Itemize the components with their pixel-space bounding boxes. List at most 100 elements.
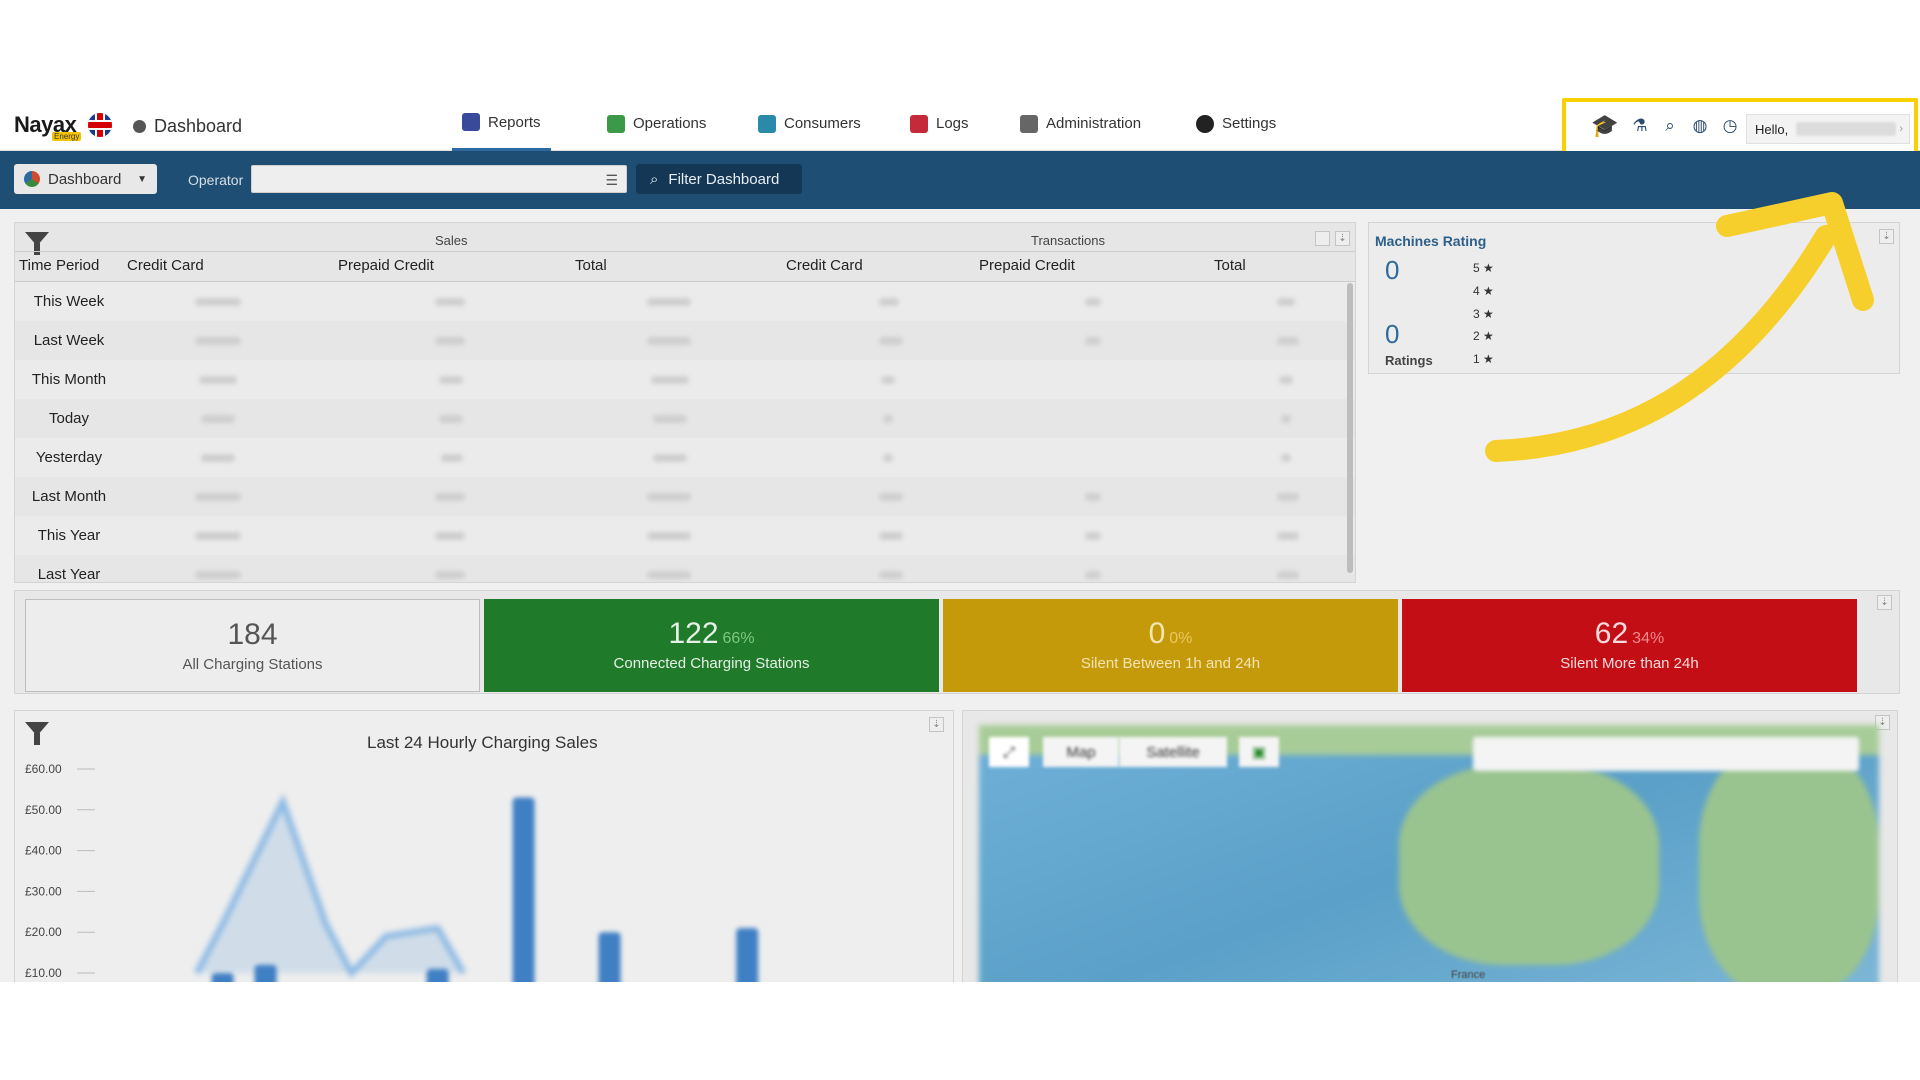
nav-label: Reports: [488, 113, 541, 131]
download-icon[interactable]: ⇣: [1335, 231, 1350, 246]
chart-bar[interactable]: [211, 973, 234, 982]
table-scrollbar[interactable]: [1347, 283, 1353, 573]
map-land-europe: [1399, 765, 1659, 965]
blurred-value: [439, 415, 463, 423]
row-label: Last Month: [31, 488, 107, 505]
card-number: 122 66%: [668, 617, 755, 650]
col-sales-credit-card[interactable]: Credit Card: [127, 257, 204, 274]
breadcrumb: Dashboard: [133, 116, 242, 137]
blurred-value: [1281, 454, 1291, 462]
map-search-box[interactable]: [1473, 737, 1859, 771]
download-icon[interactable]: ⇣: [1877, 595, 1892, 610]
lab-flask-icon[interactable]: ⚗: [1630, 116, 1650, 136]
expand-icon[interactable]: [1315, 231, 1330, 246]
download-icon[interactable]: ⇣: [1879, 229, 1894, 244]
consumers-icon: [758, 114, 776, 133]
chart-area-series: [194, 793, 467, 979]
blurred-value: [647, 298, 691, 306]
map-tab-satellite[interactable]: Satellite: [1119, 737, 1227, 767]
col-tx-prepaid-credit[interactable]: Prepaid Credit: [979, 257, 1075, 274]
blurred-value: [201, 454, 235, 462]
card-connected-stations[interactable]: 122 66% Connected Charging Stations: [484, 599, 939, 692]
col-sales-total[interactable]: Total: [575, 257, 607, 274]
chart-bar[interactable]: [512, 797, 535, 982]
nav-operations[interactable]: Operations: [607, 96, 706, 151]
filter-funnel-icon[interactable]: [23, 229, 51, 257]
nav-settings[interactable]: Settings: [1196, 96, 1276, 151]
nav-logs[interactable]: Logs: [910, 96, 969, 151]
col-time-period[interactable]: Time Period: [19, 257, 99, 274]
blurred-value: [1085, 298, 1101, 306]
row-label: This Week: [33, 293, 105, 310]
map-tab-map[interactable]: Map: [1043, 737, 1119, 767]
caret-down-icon: ▼: [137, 173, 147, 185]
y-tick-label: £40.00: [25, 844, 62, 858]
card-number: 0 0%: [1148, 617, 1193, 650]
blurred-value: [199, 376, 237, 384]
table-row[interactable]: Last Year: [15, 555, 1355, 583]
filter-dashboard-label: Filter Dashboard: [668, 170, 780, 188]
nav-label: Settings: [1222, 115, 1277, 132]
dashboard-dropdown[interactable]: Dashboard ▼: [14, 164, 157, 194]
map-label-france: France: [1451, 969, 1486, 981]
blurred-value: [201, 415, 235, 423]
nav-consumers[interactable]: Consumers: [758, 96, 861, 151]
list-icon[interactable]: ☰: [605, 172, 618, 189]
card-silent-over-24h[interactable]: 62 34% Silent More than 24h: [1402, 599, 1857, 692]
blurred-value: [651, 376, 689, 384]
blurred-value: [647, 337, 691, 345]
dashboard-dot-icon: [133, 120, 146, 133]
academy-cap-icon[interactable]: 🎓: [1590, 113, 1620, 138]
blurred-value: [647, 571, 691, 579]
card-silent-1h-24h[interactable]: 0 0% Silent Between 1h and 24h: [943, 599, 1398, 692]
chart-bar[interactable]: [598, 932, 621, 982]
blurred-value: [1281, 415, 1291, 423]
operator-label: Operator: [188, 172, 244, 188]
nav-label: Operations: [633, 115, 707, 132]
settings-icon: [1196, 114, 1214, 133]
col-tx-credit-card[interactable]: Credit Card: [786, 257, 863, 274]
table-row[interactable]: This Week: [15, 282, 1355, 321]
chart-bar[interactable]: [426, 968, 449, 982]
table-row[interactable]: Today: [15, 399, 1355, 438]
star-row: 3 ★: [1473, 307, 1494, 321]
highlighted-toolbox: 🎓 ⚗ ⌕ ◍ ◷ Hello, ›: [1562, 98, 1918, 158]
fullscreen-icon[interactable]: ⤢: [989, 737, 1029, 767]
row-label: Last Week: [33, 332, 105, 349]
blurred-value: [653, 454, 687, 462]
table-row[interactable]: Last Week: [15, 321, 1355, 360]
col-tx-total[interactable]: Total: [1214, 257, 1246, 274]
blurred-value: [881, 376, 895, 384]
card-label: All Charging Stations: [182, 656, 323, 673]
nav-label: Consumers: [784, 115, 861, 132]
table-row[interactable]: This Year: [15, 516, 1355, 555]
filter-dashboard-button[interactable]: ⌕ Filter Dashboard: [636, 164, 802, 194]
top-navigation: Nayax Energy Dashboard Reports Operation…: [0, 96, 1920, 158]
map-land-east: [1699, 745, 1879, 982]
uk-flag-icon[interactable]: [88, 113, 112, 137]
search-icon[interactable]: ⌕: [1660, 116, 1680, 136]
operator-input[interactable]: ☰: [251, 165, 627, 193]
blurred-value: [1277, 571, 1299, 579]
chart-bar[interactable]: [736, 928, 759, 982]
row-label: Yesterday: [35, 449, 103, 466]
nav-administration[interactable]: Administration: [1020, 96, 1141, 151]
card-all-stations[interactable]: 184 All Charging Stations: [25, 599, 480, 692]
table-row[interactable]: Last Month: [15, 477, 1355, 516]
blurred-value: [435, 493, 465, 501]
divider: [15, 251, 1355, 252]
clock-icon[interactable]: ◷: [1720, 116, 1740, 136]
card-label: Connected Charging Stations: [613, 655, 810, 672]
chart-bar[interactable]: [254, 964, 277, 982]
globe-icon[interactable]: ◍: [1690, 116, 1710, 136]
user-menu[interactable]: Hello, ›: [1746, 114, 1910, 144]
row-label: Last Year: [37, 566, 101, 583]
save-icon[interactable]: ▣: [1239, 737, 1279, 767]
ratings-label: Ratings: [1385, 353, 1433, 368]
blurred-value: [1085, 493, 1101, 501]
table-row[interactable]: Yesterday: [15, 438, 1355, 477]
nav-reports[interactable]: Reports: [452, 96, 551, 151]
col-sales-prepaid-credit[interactable]: Prepaid Credit: [338, 257, 434, 274]
blurred-value: [647, 493, 691, 501]
table-row[interactable]: This Month: [15, 360, 1355, 399]
